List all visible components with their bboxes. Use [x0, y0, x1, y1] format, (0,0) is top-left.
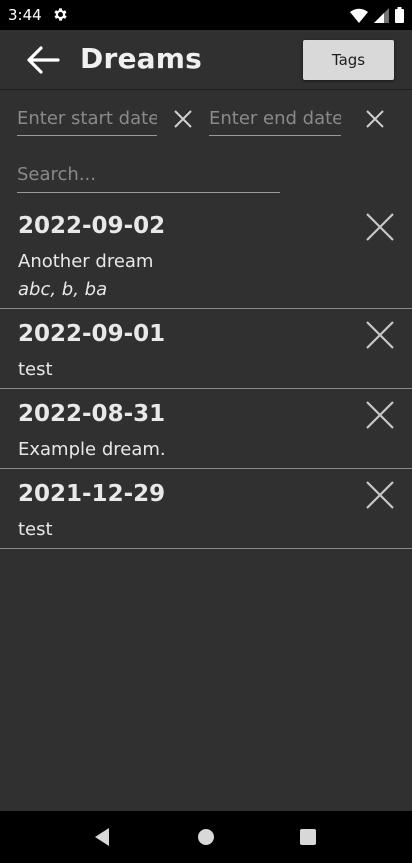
dream-tags: abc, b, ba — [18, 279, 108, 300]
app-bar: Dreams Tags — [0, 30, 412, 90]
circle-home-icon — [198, 829, 214, 845]
dream-date: 2022-09-02 — [18, 213, 166, 239]
dream-date: 2022-08-31 — [18, 401, 166, 427]
delete-dream-button[interactable] — [364, 211, 396, 243]
battery-icon — [395, 7, 404, 23]
close-icon — [366, 481, 394, 509]
start-date-input[interactable]: Enter start date — [17, 104, 157, 136]
tags-button[interactable]: Tags — [303, 40, 394, 80]
nav-back-button[interactable] — [88, 823, 116, 851]
end-date-input[interactable]: Enter end date — [209, 104, 341, 136]
dream-date: 2022-09-01 — [18, 321, 166, 347]
close-icon — [366, 110, 384, 128]
dream-text: test — [18, 519, 53, 540]
dream-date: 2021-12-29 — [18, 481, 166, 507]
dream-list: 2022-09-02 Another dream abc, b, ba 2022… — [0, 200, 412, 549]
dream-list-item[interactable]: 2022-08-31 Example dream. — [0, 389, 412, 469]
status-icons — [350, 6, 404, 24]
page-title: Dreams — [80, 42, 202, 75]
signal-icon — [374, 7, 389, 23]
dream-text: test — [18, 359, 53, 380]
dream-text: Another dream — [18, 251, 154, 272]
triangle-back-icon — [95, 828, 109, 846]
back-button[interactable] — [22, 42, 64, 78]
clear-start-date-button[interactable] — [170, 106, 196, 132]
dream-text: Example dream. — [18, 439, 166, 460]
navigation-bar — [0, 811, 412, 863]
close-icon — [366, 321, 394, 349]
dream-list-item[interactable]: 2021-12-29 test — [0, 469, 412, 549]
nav-home-button[interactable] — [192, 823, 220, 851]
delete-dream-button[interactable] — [364, 399, 396, 431]
close-icon — [366, 401, 394, 429]
arrow-back-icon — [27, 46, 60, 74]
status-time: 3:44 — [8, 6, 42, 24]
square-recents-icon — [300, 829, 316, 845]
close-icon — [366, 213, 394, 241]
dream-list-item[interactable]: 2022-09-01 test — [0, 309, 412, 389]
close-icon — [174, 110, 192, 128]
search-input[interactable]: Search... — [17, 160, 280, 193]
dream-list-item[interactable]: 2022-09-02 Another dream abc, b, ba — [0, 200, 412, 309]
status-bar: 3:44 — [0, 0, 412, 30]
gear-icon — [54, 8, 67, 21]
delete-dream-button[interactable] — [364, 319, 396, 351]
clear-end-date-button[interactable] — [362, 106, 388, 132]
delete-dream-button[interactable] — [364, 479, 396, 511]
wifi-icon — [350, 8, 368, 23]
nav-recents-button[interactable] — [294, 823, 322, 851]
